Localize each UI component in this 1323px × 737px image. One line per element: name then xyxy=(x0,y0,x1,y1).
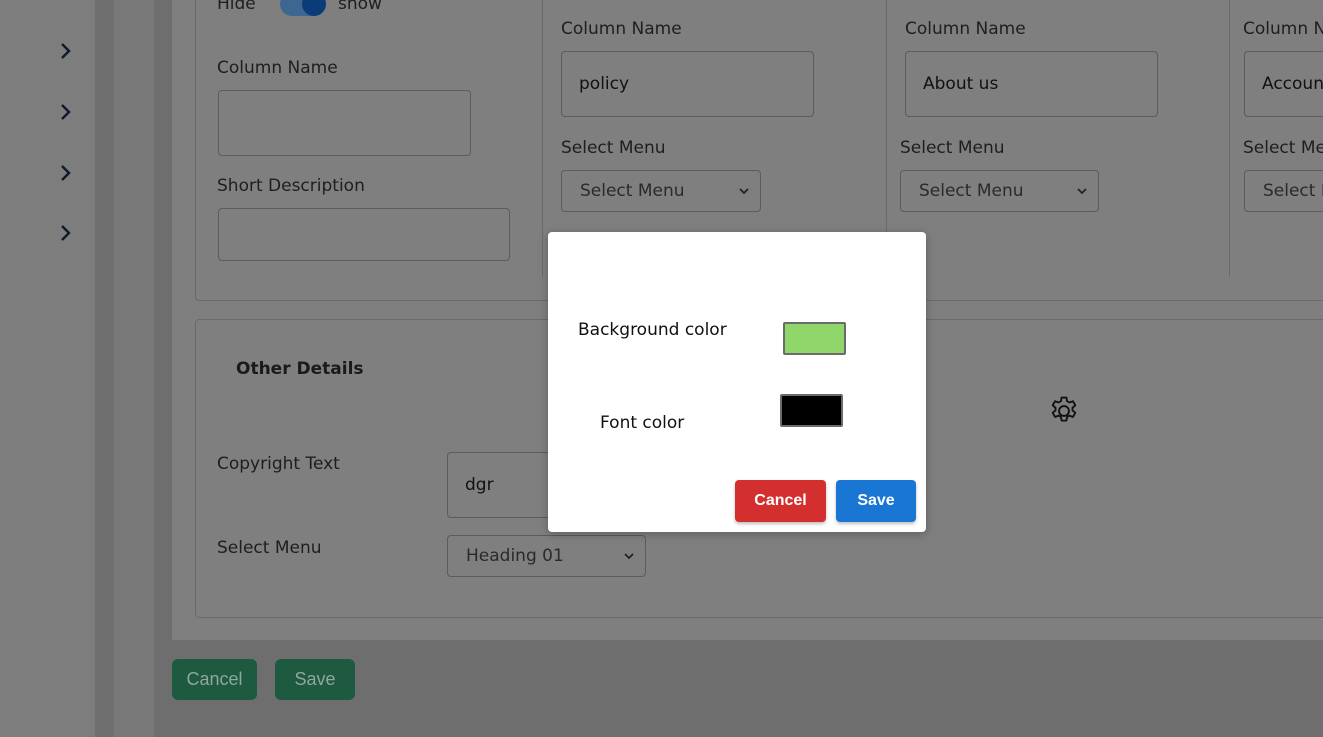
select-menu-label: Select Me xyxy=(1243,138,1323,158)
column-name-input[interactable]: Account xyxy=(1244,51,1323,117)
select-menu-label: Select Menu xyxy=(217,538,322,558)
short-description-textarea[interactable] xyxy=(218,208,510,261)
column-divider xyxy=(1229,0,1230,277)
show-toggle[interactable] xyxy=(280,0,326,16)
sidebar-divider xyxy=(95,0,114,737)
select-menu-value: Heading 01 xyxy=(466,546,564,566)
column-name-input[interactable] xyxy=(218,90,471,156)
column-divider xyxy=(542,0,543,277)
heading-select-dropdown[interactable]: Heading 01 xyxy=(447,535,646,577)
chevron-right-icon[interactable] xyxy=(56,102,76,122)
chevron-right-icon[interactable] xyxy=(56,163,76,183)
column-name-label: Column Name xyxy=(561,19,682,39)
modal-cancel-button[interactable]: Cancel xyxy=(735,480,826,522)
column-name-input[interactable]: policy xyxy=(561,51,814,117)
select-menu-label: Select Menu xyxy=(561,138,666,158)
column-name-label: Column Name xyxy=(905,19,1026,39)
hide-label: Hide xyxy=(217,0,256,14)
chevron-down-icon xyxy=(1077,188,1087,195)
show-label: show xyxy=(338,0,382,14)
column-name-label: Column N xyxy=(1243,19,1323,39)
short-description-label: Short Description xyxy=(217,176,365,196)
page-margin xyxy=(114,0,154,737)
save-button[interactable]: Save xyxy=(275,659,355,700)
chevron-right-icon[interactable] xyxy=(56,41,76,61)
chevron-right-icon[interactable] xyxy=(56,223,76,243)
cancel-button[interactable]: Cancel xyxy=(172,659,257,700)
select-menu-dropdown[interactable]: Select Menu xyxy=(900,170,1099,212)
modal-save-button[interactable]: Save xyxy=(836,480,916,522)
color-settings-modal: Background color Font color Cancel Save xyxy=(548,232,926,532)
chevron-down-icon xyxy=(739,188,749,195)
select-menu-dropdown[interactable]: Select Menu xyxy=(561,170,761,212)
gear-icon[interactable] xyxy=(1047,394,1081,428)
other-details-title: Other Details xyxy=(236,359,364,379)
background-color-swatch[interactable] xyxy=(783,322,846,355)
font-color-label: Font color xyxy=(600,413,685,433)
select-menu-value: Select Menu xyxy=(580,181,685,201)
chevron-down-icon xyxy=(624,553,634,560)
copyright-text-label: Copyright Text xyxy=(217,454,340,474)
column-name-label: Column Name xyxy=(217,58,338,78)
column-name-input[interactable]: About us xyxy=(905,51,1158,117)
select-menu-value: Select Menu xyxy=(919,181,1024,201)
background-color-label: Background color xyxy=(578,320,727,340)
sidebar xyxy=(0,0,95,737)
font-color-swatch[interactable] xyxy=(780,394,843,427)
select-menu-label: Select Menu xyxy=(900,138,1005,158)
select-menu-dropdown[interactable]: Select I xyxy=(1244,170,1323,212)
select-menu-value: Select I xyxy=(1263,181,1323,201)
